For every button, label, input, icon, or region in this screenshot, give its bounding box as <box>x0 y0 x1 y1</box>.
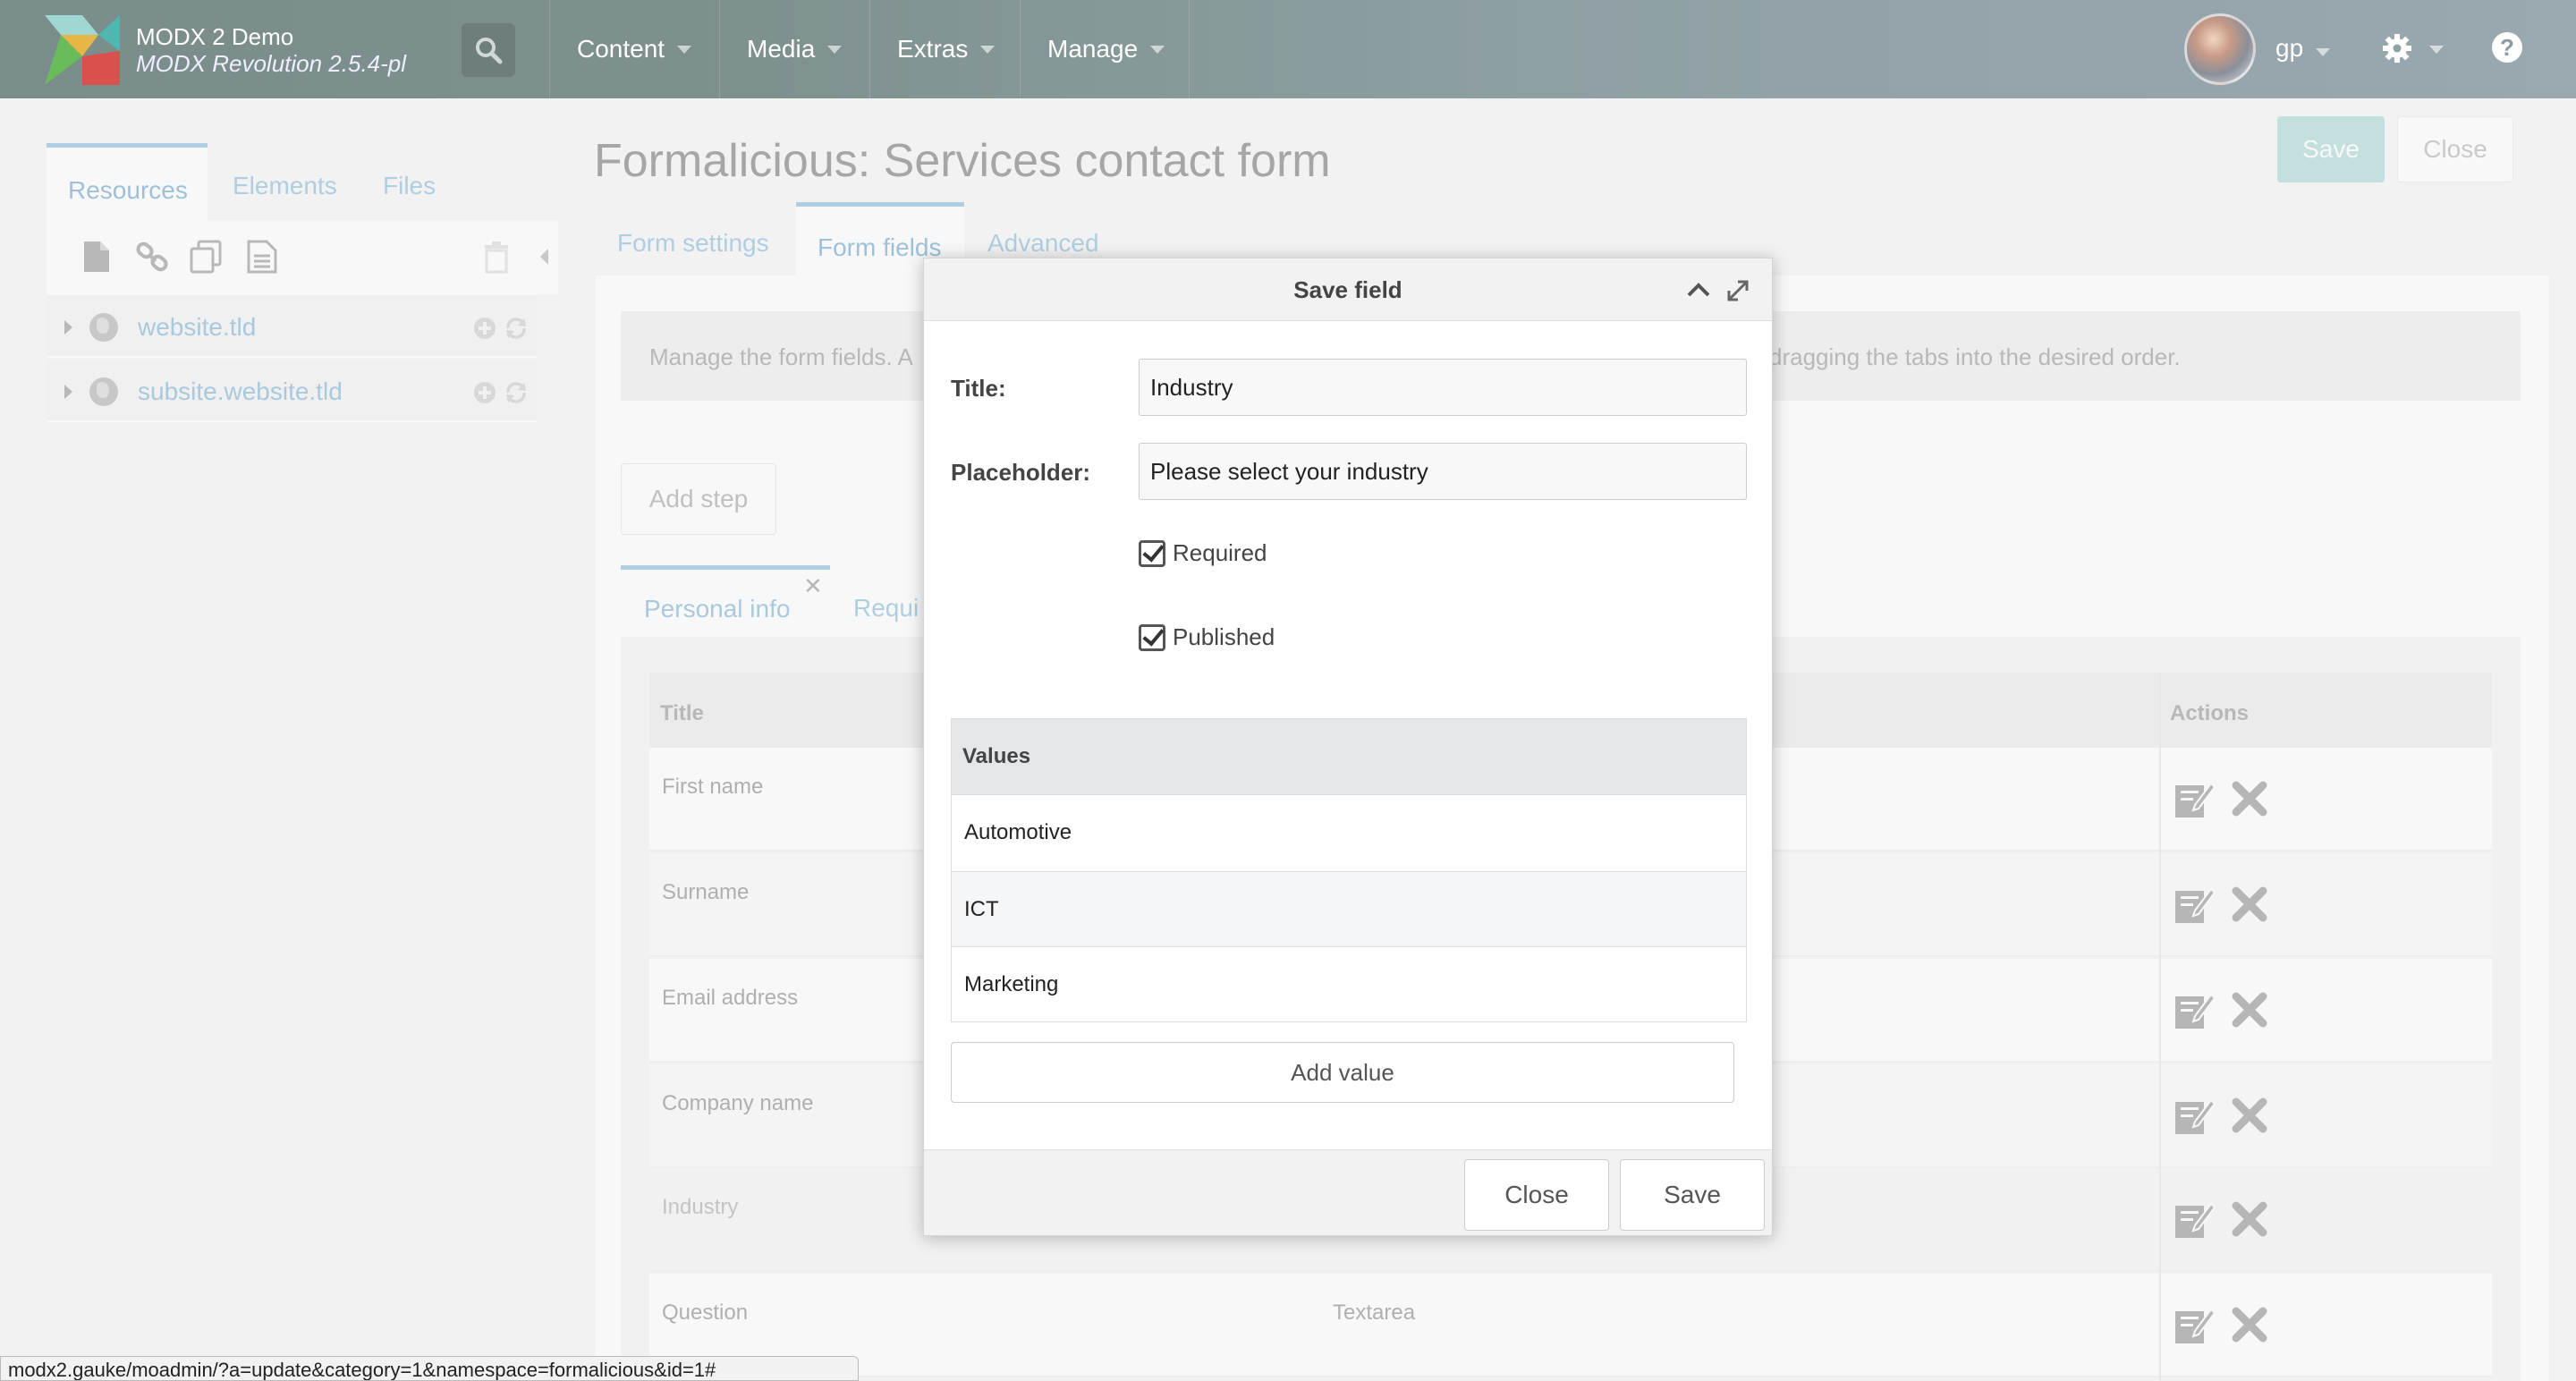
published-checkbox[interactable]: Published <box>1139 623 1275 651</box>
site-version: MODX Revolution 2.5.4-pl <box>136 50 407 77</box>
top-navigation-bar: MODX 2 Demo MODX Revolution 2.5.4-pl Con… <box>0 0 2576 98</box>
avatar[interactable] <box>2184 13 2256 85</box>
placeholder-input[interactable] <box>1139 443 1747 500</box>
chevron-down-icon <box>827 45 843 54</box>
published-label: Published <box>1173 623 1275 650</box>
nav-menu-label: Media <box>747 35 816 63</box>
chevron-down-icon <box>980 45 996 54</box>
values-column-header[interactable]: Values <box>952 719 1746 794</box>
modx-logo[interactable] <box>45 15 120 85</box>
list-item[interactable]: ICT <box>952 871 1746 946</box>
chevron-up-icon[interactable] <box>1686 280 1711 300</box>
save-field-dialog: Save field Title: Placeholder: Required … <box>923 258 1773 1236</box>
value-label: Marketing <box>964 972 1059 996</box>
dialog-close-button[interactable]: Close <box>1464 1159 1609 1231</box>
site-name: MODX 2 Demo <box>136 23 294 50</box>
value-label: Automotive <box>964 820 1072 844</box>
title-label: Title: <box>951 375 1006 402</box>
chevron-down-icon <box>677 45 692 54</box>
list-item[interactable]: Automotive <box>952 794 1746 869</box>
nav-menu-label: Content <box>577 35 665 63</box>
username-menu[interactable]: gp <box>2275 34 2331 63</box>
list-item[interactable]: Marketing <box>952 946 1746 1021</box>
add-value-button[interactable]: Add value <box>951 1042 1734 1103</box>
dialog-save-button[interactable]: Save <box>1620 1159 1765 1231</box>
placeholder-label: Placeholder: <box>951 459 1091 486</box>
help-icon[interactable]: ? <box>2492 32 2522 63</box>
maximize-icon[interactable] <box>1725 278 1750 303</box>
dialog-footer: Close Save <box>924 1149 1772 1235</box>
nav-menu-content[interactable]: Content <box>549 0 708 98</box>
checkbox-checked-icon[interactable] <box>1139 623 1165 651</box>
gear-icon <box>2383 34 2411 63</box>
checkbox-checked-icon[interactable] <box>1139 539 1165 567</box>
username-label: gp <box>2275 34 2304 62</box>
dialog-title: Save field <box>1293 276 1402 303</box>
chevron-down-icon <box>1150 45 1165 54</box>
nav-menu-media[interactable]: Media <box>719 0 868 98</box>
required-checkbox[interactable]: Required <box>1139 539 1267 567</box>
nav-menu-label: Extras <box>897 35 969 63</box>
value-label: ICT <box>964 897 999 921</box>
settings-menu[interactable] <box>2381 32 2445 69</box>
nav-menu-manage[interactable]: Manage <box>1020 0 1190 98</box>
search-icon <box>476 38 503 64</box>
dialog-header[interactable]: Save field <box>924 258 1772 321</box>
browser-status-url: modx2.gauke/moadmin/?a=update&category=1… <box>0 1356 859 1381</box>
values-header-label: Values <box>962 744 1031 768</box>
search-button[interactable] <box>462 23 515 77</box>
chevron-down-icon <box>2429 46 2445 54</box>
required-label: Required <box>1173 539 1267 566</box>
title-input[interactable] <box>1139 359 1747 416</box>
nav-menu-extras[interactable]: Extras <box>869 0 1018 98</box>
chevron-down-icon <box>2316 48 2331 56</box>
values-grid: Values Automotive ICT Marketing <box>951 718 1747 1022</box>
nav-menu-label: Manage <box>1047 35 1139 63</box>
